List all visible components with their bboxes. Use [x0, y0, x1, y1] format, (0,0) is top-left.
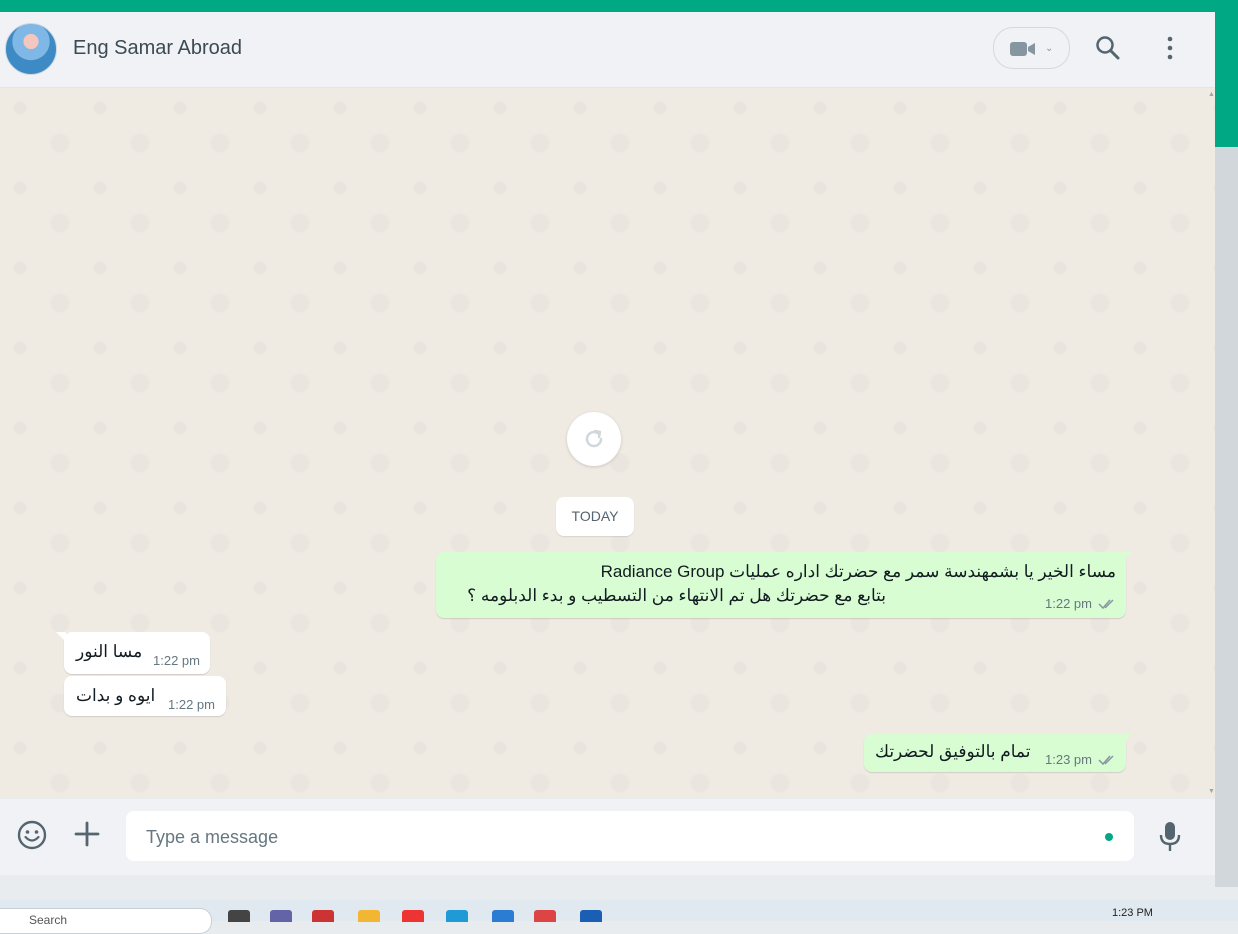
message-time: 1:23 pm	[1045, 752, 1092, 767]
message-time: 1:22 pm	[1045, 596, 1092, 611]
message-time: 1:22 pm	[168, 697, 215, 712]
message-placeholder: Type a message	[146, 827, 279, 847]
menu-icon[interactable]	[1160, 35, 1180, 61]
contact-avatar[interactable]	[5, 23, 57, 75]
taskbar-app-icon[interactable]	[534, 910, 556, 922]
incoming-message[interactable]: ايوه و بدات 1:22 pm	[64, 676, 226, 716]
bubble-tail	[1122, 734, 1132, 744]
right-accent	[1215, 12, 1238, 147]
status-dot	[1105, 833, 1113, 841]
contact-name[interactable]: Eng Samar Abroad	[73, 37, 242, 60]
incoming-message[interactable]: مسا النور 1:22 pm	[56, 632, 210, 674]
date-chip: TODAY	[556, 497, 634, 536]
scroll-up-arrow[interactable]: ▲	[1208, 91, 1215, 98]
message-text: بتابع مع حضرتك هل تم الانتهاء من التسطيب…	[467, 586, 886, 605]
video-camera-icon	[1010, 42, 1035, 56]
scroll-down-arrow[interactable]: ▼	[1208, 788, 1215, 795]
message-text: مساء الخير يا بشمهندسة سمر مع حضرتك ادار…	[600, 562, 1116, 581]
taskbar-app-icon[interactable]	[270, 910, 292, 922]
message-time: 1:22 pm	[153, 653, 200, 668]
emoji-icon[interactable]	[16, 819, 48, 851]
top-accent-bar	[0, 0, 1238, 12]
double-check-icon	[1098, 599, 1114, 610]
reload-icon	[585, 429, 603, 448]
message-text: مسا النور	[76, 642, 143, 661]
outgoing-message[interactable]: مساء الخير يا بشمهندسة سمر مع حضرتك ادار…	[436, 552, 1132, 618]
message-text: تمام بالتوفيق لحضرتك	[875, 742, 1031, 761]
outgoing-message[interactable]: تمام بالتوفيق لحضرتك 1:23 pm	[864, 734, 1132, 772]
double-check-icon	[1098, 755, 1114, 766]
windows-taskbar: Search 1:23 PM	[0, 900, 1238, 934]
bubble-tail	[1122, 552, 1132, 562]
search-icon[interactable]	[1095, 35, 1121, 61]
right-side-strip	[1215, 12, 1238, 887]
taskbar-search-label: Search	[29, 913, 68, 927]
microphone-icon[interactable]	[1158, 821, 1182, 853]
taskbar-app-icon[interactable]	[492, 910, 514, 922]
taskbar-clock[interactable]: 1:23 PM	[1112, 907, 1153, 919]
video-call-button[interactable]: ⌄	[993, 27, 1070, 69]
taskbar-app-icon[interactable]	[402, 910, 424, 922]
taskbar-app-icon[interactable]	[228, 910, 250, 922]
message-composer: Type a message	[0, 799, 1215, 875]
taskbar-app-icon[interactable]	[446, 910, 468, 922]
bubble-tail	[56, 632, 66, 642]
reload-button[interactable]	[567, 412, 621, 466]
taskbar-app-icon[interactable]	[580, 910, 602, 922]
taskbar-app-icon[interactable]	[312, 910, 334, 922]
chat-header: Eng Samar Abroad ⌄	[0, 12, 1215, 88]
plus-icon[interactable]	[73, 820, 101, 848]
taskbar-search[interactable]: Search	[0, 908, 212, 934]
chevron-down-icon: ⌄	[1045, 43, 1054, 54]
taskbar-app-icon[interactable]	[358, 910, 380, 922]
message-input[interactable]: Type a message	[126, 811, 1134, 861]
message-text: ايوه و بدات	[76, 686, 156, 705]
